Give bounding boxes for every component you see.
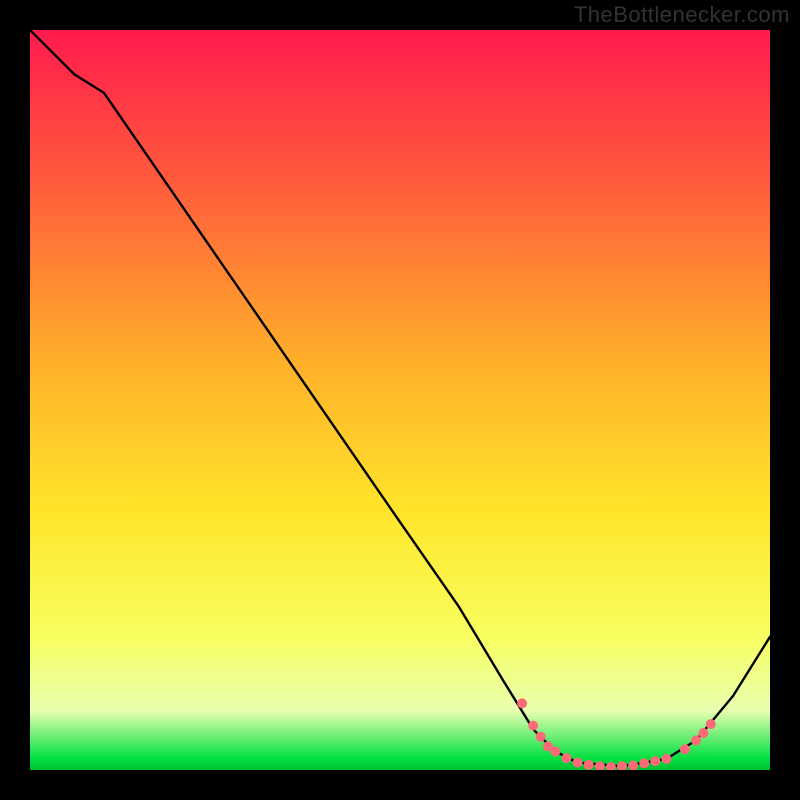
data-marker	[584, 760, 594, 770]
data-marker	[550, 747, 560, 757]
watermark-text: TheBottlenecker.com	[574, 2, 790, 28]
bottleneck-chart	[30, 30, 770, 770]
data-marker	[661, 754, 671, 764]
data-marker	[562, 753, 572, 763]
data-marker	[680, 744, 690, 754]
data-marker	[706, 719, 716, 729]
data-marker	[691, 735, 701, 745]
gradient-background	[30, 30, 770, 770]
chart-container: TheBottlenecker.com	[0, 0, 800, 800]
plot-area	[30, 30, 770, 770]
data-marker	[573, 758, 583, 768]
data-marker	[698, 728, 708, 738]
data-marker	[528, 721, 538, 731]
data-marker	[639, 758, 649, 768]
data-marker	[650, 756, 660, 766]
data-marker	[517, 698, 527, 708]
data-marker	[536, 732, 546, 742]
